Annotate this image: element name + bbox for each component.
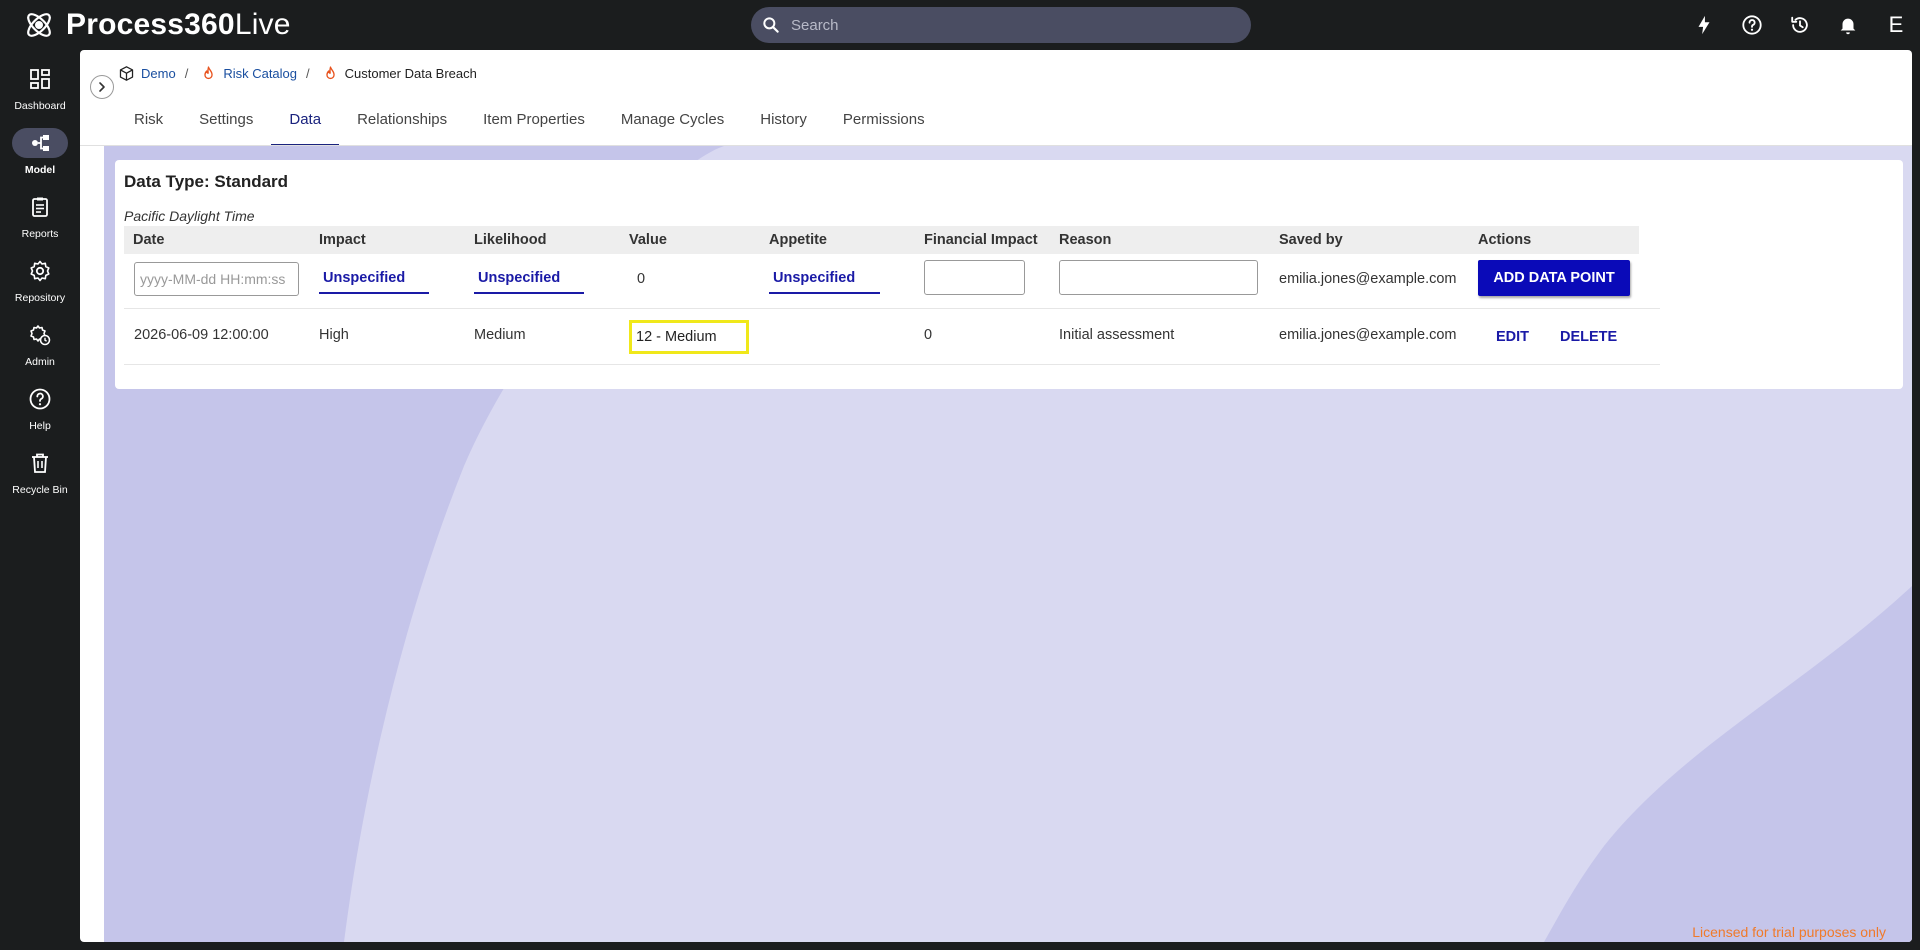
column-header-impact: Impact bbox=[319, 232, 366, 248]
search-input[interactable] bbox=[791, 16, 1231, 34]
reason-textarea[interactable] bbox=[1059, 260, 1258, 295]
breadcrumb-separator: / bbox=[184, 66, 189, 81]
breadcrumb-item-risk-catalog[interactable]: Risk Catalog bbox=[200, 65, 297, 82]
sidebar-item-model[interactable]: Model bbox=[0, 128, 80, 192]
flame-icon bbox=[204, 66, 214, 80]
sidebar-item-admin[interactable]: Admin bbox=[0, 320, 80, 384]
tab-data[interactable]: Data bbox=[271, 94, 339, 146]
column-header-saved-by: Saved by bbox=[1279, 232, 1343, 248]
cube-icon bbox=[119, 66, 134, 81]
sidebar-item-label: Dashboard bbox=[14, 100, 66, 112]
appetite-dropdown[interactable]: Unspecified bbox=[769, 264, 880, 294]
sidebar-item-label: Repository bbox=[14, 292, 66, 304]
tab-permissions[interactable]: Permissions bbox=[825, 94, 943, 146]
sidebar-item-label: Help bbox=[29, 420, 51, 432]
column-header-actions: Actions bbox=[1478, 232, 1532, 248]
expand-sidebar-button[interactable] bbox=[90, 75, 114, 99]
model-icon bbox=[32, 135, 49, 151]
sidebar: Dashboard Model Reports Repository Admin… bbox=[0, 50, 80, 950]
notifications-button[interactable] bbox=[1824, 0, 1872, 50]
financial-impact-input[interactable] bbox=[924, 260, 1025, 295]
help-icon bbox=[1742, 15, 1762, 35]
license-notice: Licensed for trial purposes only bbox=[1692, 924, 1886, 940]
app-logo[interactable]: Process360Live bbox=[22, 8, 291, 42]
search-bar[interactable] bbox=[751, 7, 1251, 43]
saved-by-cell: emilia.jones@example.com bbox=[1279, 327, 1457, 343]
column-header-likelihood: Likelihood bbox=[474, 232, 547, 248]
history-button[interactable] bbox=[1776, 0, 1824, 50]
tab-manage-cycles[interactable]: Manage Cycles bbox=[603, 94, 742, 146]
tab-history[interactable]: History bbox=[742, 94, 825, 146]
help-button[interactable] bbox=[1728, 0, 1776, 50]
column-header-financial-impact: Financial Impact bbox=[924, 232, 1038, 248]
breadcrumb: Demo / Risk Catalog / Customer Data Brea… bbox=[118, 65, 477, 82]
tab-bar: Risk Settings Data Relationships Item Pr… bbox=[116, 94, 943, 146]
breadcrumb-link[interactable]: Risk Catalog bbox=[223, 66, 297, 81]
reason-cell: Initial assessment bbox=[1059, 327, 1175, 343]
sidebar-item-help[interactable]: Help bbox=[0, 384, 80, 448]
date-input[interactable] bbox=[134, 262, 299, 296]
top-bar: Process360Live Search E bbox=[0, 0, 1920, 50]
value-cell-highlighted: 12 - Medium bbox=[629, 320, 749, 354]
column-header-appetite: Appetite bbox=[769, 232, 827, 248]
timezone-label: Pacific Daylight Time bbox=[124, 208, 255, 224]
tab-risk[interactable]: Risk bbox=[116, 94, 181, 146]
breadcrumb-link[interactable]: Demo bbox=[141, 66, 176, 81]
sidebar-item-dashboard[interactable]: Dashboard bbox=[0, 64, 80, 128]
financial-impact-cell: 0 bbox=[924, 327, 933, 343]
breadcrumb-current-label: Customer Data Breach bbox=[344, 66, 477, 81]
process360-logo-icon bbox=[27, 13, 51, 37]
main-panel: Demo / Risk Catalog / Customer Data Brea… bbox=[80, 50, 1912, 942]
table-row: 2026-06-09 12:00:00 High Medium 12 - Med… bbox=[124, 310, 1660, 365]
data-card: Data Type: Standard Pacific Daylight Tim… bbox=[115, 160, 1903, 389]
saved-by-value: emilia.jones@example.com bbox=[1279, 271, 1457, 287]
impact-dropdown[interactable]: Unspecified bbox=[319, 264, 429, 294]
admin-icon bbox=[30, 325, 51, 346]
breadcrumb-item-current: Customer Data Breach bbox=[322, 65, 477, 82]
dashboard-icon bbox=[30, 69, 50, 89]
tab-item-properties[interactable]: Item Properties bbox=[465, 94, 603, 146]
quick-action-button[interactable] bbox=[1680, 0, 1728, 50]
table-header: Date Impact Likelihood Value Appetite Fi… bbox=[124, 226, 1639, 254]
bell-icon bbox=[1840, 18, 1856, 35]
breadcrumb-item-demo[interactable]: Demo bbox=[118, 65, 176, 82]
sidebar-item-repository[interactable]: Repository bbox=[0, 256, 80, 320]
date-cell: 2026-06-09 12:00:00 bbox=[134, 327, 269, 343]
likelihood-cell: Medium bbox=[474, 327, 526, 343]
sidebar-item-recycle-bin[interactable]: Recycle Bin bbox=[0, 448, 80, 512]
sidebar-item-label: Model bbox=[24, 164, 56, 176]
lightning-icon bbox=[1698, 15, 1710, 35]
user-avatar[interactable]: E bbox=[1872, 12, 1920, 38]
add-data-point-button[interactable]: ADD DATA POINT bbox=[1478, 260, 1630, 296]
delete-button[interactable]: DELETE bbox=[1560, 329, 1617, 345]
edit-button[interactable]: EDIT bbox=[1496, 329, 1529, 345]
sidebar-item-label: Admin bbox=[25, 356, 55, 368]
reports-icon bbox=[32, 197, 48, 217]
breadcrumb-separator: / bbox=[306, 66, 310, 81]
repository-icon bbox=[30, 260, 50, 282]
top-actions: E bbox=[1680, 0, 1920, 50]
sidebar-item-reports[interactable]: Reports bbox=[0, 192, 80, 256]
recycle-bin-icon bbox=[32, 453, 48, 473]
sidebar-item-label: Recycle Bin bbox=[12, 484, 68, 496]
chevron-right-icon bbox=[99, 82, 105, 92]
likelihood-dropdown[interactable]: Unspecified bbox=[474, 264, 584, 294]
new-data-point-row: Unspecified Unspecified 0 Unspecified em… bbox=[124, 254, 1660, 309]
tab-settings[interactable]: Settings bbox=[181, 94, 271, 146]
tab-divider bbox=[80, 145, 1912, 146]
impact-cell: High bbox=[319, 327, 349, 343]
search-icon bbox=[763, 17, 779, 33]
value-readonly: 0 bbox=[637, 271, 646, 287]
column-header-value: Value bbox=[629, 232, 667, 248]
tab-relationships[interactable]: Relationships bbox=[339, 94, 465, 146]
sidebar-item-label: Reports bbox=[21, 228, 59, 240]
column-header-date: Date bbox=[133, 232, 165, 248]
column-header-reason: Reason bbox=[1059, 232, 1112, 248]
data-type-title: Data Type: Standard bbox=[124, 172, 289, 191]
history-icon bbox=[1791, 16, 1808, 33]
app-name: Process360Live bbox=[66, 8, 291, 41]
help-icon bbox=[29, 388, 51, 410]
flame-icon bbox=[325, 66, 335, 80]
